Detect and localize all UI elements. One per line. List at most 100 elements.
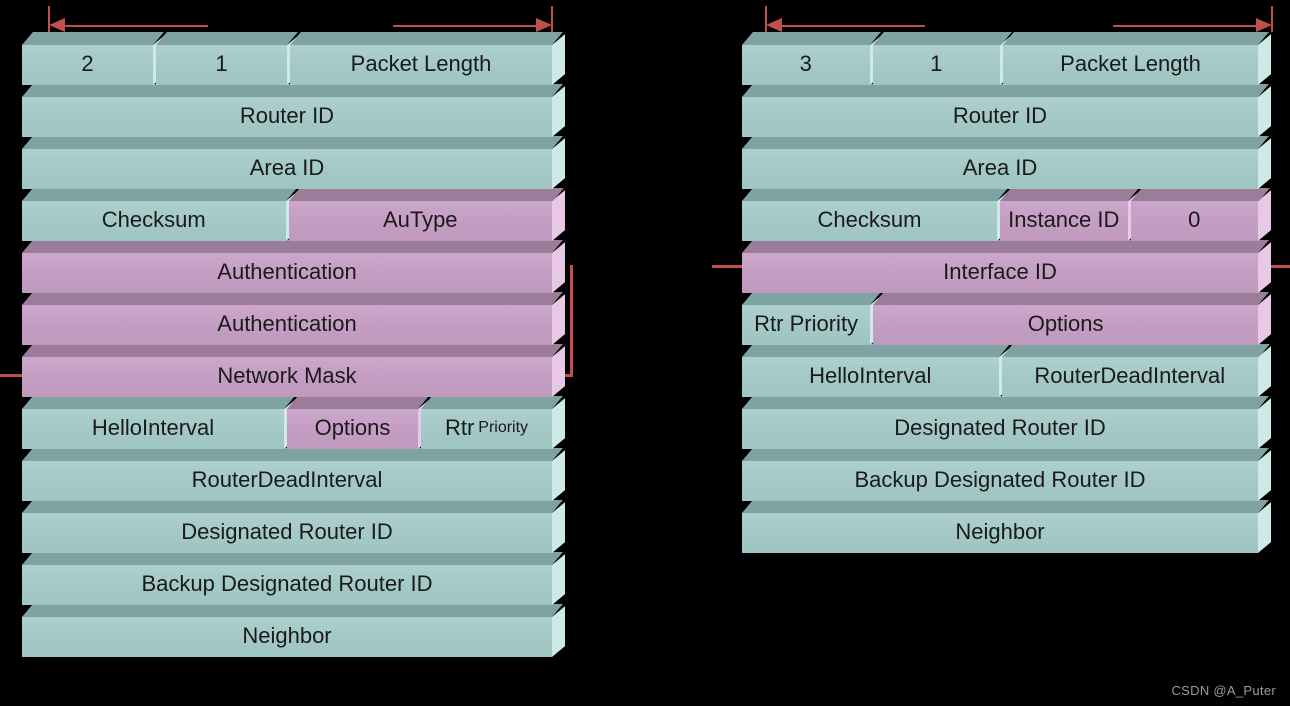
packet-field-label: 1	[930, 51, 943, 76]
packet-field-label: Designated Router ID	[894, 415, 1106, 440]
right-arrowhead-end	[1256, 18, 1272, 32]
packet-field-instance-id: Instance ID	[1000, 201, 1128, 241]
packet-field-2: 2	[22, 45, 153, 85]
left-callout-line-vertical	[570, 265, 573, 377]
packet-field-row: Interface ID	[742, 253, 1258, 293]
packet-field-label: AuType	[382, 207, 458, 232]
packet-field-designated-router-id: Designated Router ID	[742, 409, 1258, 449]
packet-field-neighbor: Neighbor	[742, 513, 1258, 553]
packet-field-row: Area ID	[742, 149, 1258, 189]
packet-field-packet-length: Packet Length	[1003, 45, 1258, 85]
packet-field-row: Neighbor	[22, 617, 552, 657]
packet-field-area-id: Area ID	[22, 149, 552, 189]
right-arrow-bar-right	[1113, 25, 1263, 27]
left-arrowhead-start	[49, 18, 65, 32]
packet-field-label: 0	[1188, 207, 1201, 232]
packet-field-network-mask: Network Mask	[22, 357, 552, 397]
left-arrowhead-end	[536, 18, 552, 32]
packet-field-label: Backup Designated Router ID	[854, 467, 1146, 492]
packet-field-row: HelloInterval Options Rtr Priority	[22, 409, 552, 449]
packet-field-row: Checksum AuType	[22, 201, 552, 241]
packet-field-row: 2 1 Packet Length	[22, 45, 552, 85]
packet-field-checksum: Checksum	[22, 201, 286, 241]
packet-field-label: Instance ID	[1008, 207, 1120, 232]
packet-field-rtr: Rtr Priority	[421, 409, 552, 449]
packet-field-router-id: Router ID	[742, 97, 1258, 137]
packet-field-row: Designated Router ID	[742, 409, 1258, 449]
packet-field-label-superscript: Priority	[478, 419, 529, 436]
packet-field-row: HelloInterval RouterDeadInterval	[742, 357, 1258, 397]
packet-field-label: HelloInterval	[809, 363, 932, 388]
packet-field-rtr-priority: Rtr Priority	[742, 305, 871, 345]
packet-field-row: Area ID	[22, 149, 552, 189]
packet-field-label: Packet Length	[350, 51, 492, 76]
packet-field-router-id: Router ID	[22, 97, 552, 137]
packet-field-label: Router ID	[952, 103, 1048, 128]
packet-field-backup-designated-router-id: Backup Designated Router ID	[742, 461, 1258, 501]
right-arrowhead-start	[766, 18, 782, 32]
packet-field-label: Authentication	[217, 311, 357, 336]
packet-field-label: Router ID	[239, 103, 335, 128]
left-arrow-bar-right	[393, 25, 543, 27]
right-arrow-bar-left	[775, 25, 925, 27]
packet-field-neighbor: Neighbor	[22, 617, 552, 657]
packet-field-1: 1	[156, 45, 287, 85]
packet-field-routerdeadinterval: RouterDeadInterval	[1001, 357, 1258, 397]
packet-field-packet-length: Packet Length	[290, 45, 552, 85]
packet-field-authentication: Authentication	[22, 253, 552, 293]
packet-field-row: Router ID	[22, 97, 552, 137]
packet-field-label: RouterDeadInterval	[1034, 363, 1226, 388]
packet-field-label: 2	[81, 51, 94, 76]
packet-field-label: RouterDeadInterval	[191, 467, 383, 492]
packet-field-row: Neighbor	[742, 513, 1258, 553]
ospfv3-packet-stack: 3 1 Packet Length Router ID Area ID Checksum I…	[742, 45, 1258, 565]
packet-field-designated-router-id: Designated Router ID	[22, 513, 552, 553]
diagram-canvas: 32 bits 2 1 Packet Length Router ID Area ID C…	[0, 0, 1290, 706]
packet-field-label: Designated Router ID	[181, 519, 393, 544]
packet-field-hellointerval: HelloInterval	[742, 357, 999, 397]
packet-field-row: Backup Designated Router ID	[22, 565, 552, 605]
packet-field-area-id: Area ID	[742, 149, 1258, 189]
packet-field-label: Checksum	[101, 207, 206, 232]
packet-field-row: Rtr Priority Options	[742, 305, 1258, 345]
packet-field-row: Router ID	[742, 97, 1258, 137]
packet-field-label: Area ID	[249, 155, 325, 180]
packet-field-hellointerval: HelloInterval	[22, 409, 284, 449]
left-arrow-bar-left	[58, 25, 208, 27]
packet-field-row: Designated Router ID	[22, 513, 552, 553]
packet-field-autype: AuType	[288, 201, 552, 241]
packet-field-options: Options	[287, 409, 418, 449]
packet-field-label: Neighbor	[242, 623, 332, 648]
packet-field-label: Interface ID	[943, 259, 1057, 284]
packet-field-row: Checksum Instance ID 0	[742, 201, 1258, 241]
packet-field-label: Rtr Priority	[754, 311, 859, 336]
packet-field-label: Checksum	[817, 207, 922, 232]
packet-field-row: 3 1 Packet Length	[742, 45, 1258, 85]
packet-field-authentication: Authentication	[22, 305, 552, 345]
watermark: CSDN @A_Puter	[1171, 683, 1276, 698]
packet-field-routerdeadinterval: RouterDeadInterval	[22, 461, 552, 501]
packet-field-options: Options	[873, 305, 1258, 345]
packet-field-label: Authentication	[217, 259, 357, 284]
packet-field-interface-id: Interface ID	[742, 253, 1258, 293]
ospfv2-packet-stack: 2 1 Packet Length Router ID Area ID Checksum A…	[22, 45, 552, 669]
packet-field-label: 1	[215, 51, 228, 76]
packet-field-row: Authentication	[22, 253, 552, 293]
packet-field-checksum: Checksum	[742, 201, 997, 241]
packet-field-label: Network Mask	[217, 363, 357, 388]
packet-field-label: Neighbor	[955, 519, 1045, 544]
packet-field-1: 1	[872, 45, 1000, 85]
packet-field-label: Rtr	[444, 415, 475, 440]
packet-field-label: Backup Designated Router ID	[141, 571, 433, 596]
packet-field-label: Area ID	[962, 155, 1038, 180]
packet-field-label: Options	[1027, 311, 1104, 336]
packet-field-row: Network Mask	[22, 357, 552, 397]
packet-field-0: 0	[1130, 201, 1258, 241]
packet-field-label: Packet Length	[1060, 51, 1201, 76]
packet-field-label: 3	[799, 51, 812, 76]
packet-field-backup-designated-router-id: Backup Designated Router ID	[22, 565, 552, 605]
packet-field-label: Options	[314, 415, 391, 440]
packet-field-row: RouterDeadInterval	[22, 461, 552, 501]
packet-field-3: 3	[742, 45, 870, 85]
packet-field-label: HelloInterval	[91, 415, 215, 440]
